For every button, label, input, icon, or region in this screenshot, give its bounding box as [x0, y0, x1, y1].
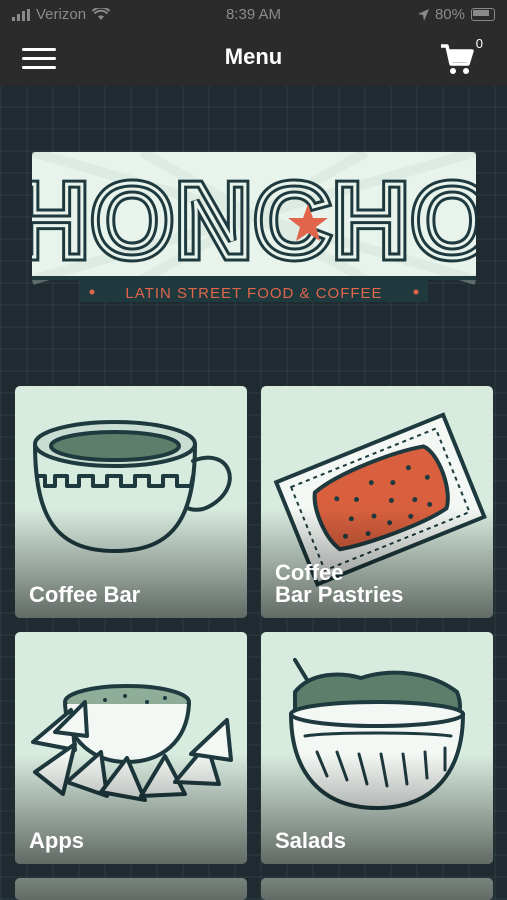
cart-button[interactable]: 0 — [439, 36, 483, 78]
logo-tagline: LATIN STREET FOOD & COFFEE — [125, 285, 382, 302]
category-label: Apps — [29, 828, 84, 853]
battery-percent: 80% — [434, 6, 465, 23]
logo-wordmark-inline: HONCHO — [32, 162, 476, 280]
location-icon — [417, 8, 429, 21]
honcho-logo: HONCHO HONCHO LATIN STREET FOOD & COFFEE — [32, 152, 476, 302]
category-card-coffee-bar-pastries[interactable]: Coffee Bar Pastries — [261, 386, 493, 618]
status-right: 80% — [417, 6, 495, 23]
app-header: Menu 0 — [0, 30, 507, 86]
category-card-salads[interactable]: Salads — [261, 632, 493, 864]
cart-count-badge: 0 — [475, 36, 483, 51]
cart-icon — [441, 44, 474, 74]
category-label: Coffee Bar — [29, 582, 141, 607]
category-card-coffee-bar[interactable]: Coffee Bar — [15, 386, 247, 618]
category-card-next-left[interactable] — [15, 878, 247, 900]
category-label: Salads — [275, 828, 346, 853]
page-title: Menu — [224, 44, 283, 69]
category-card-next-right[interactable] — [261, 878, 493, 900]
battery-icon — [471, 8, 495, 21]
status-bar: Verizon 8:39 AM 80% — [0, 0, 507, 30]
category-label-line2: Bar Pastries — [275, 582, 404, 607]
category-label: Coffee Bar Pastries — [275, 562, 483, 606]
category-card-apps[interactable]: Apps — [15, 632, 247, 864]
